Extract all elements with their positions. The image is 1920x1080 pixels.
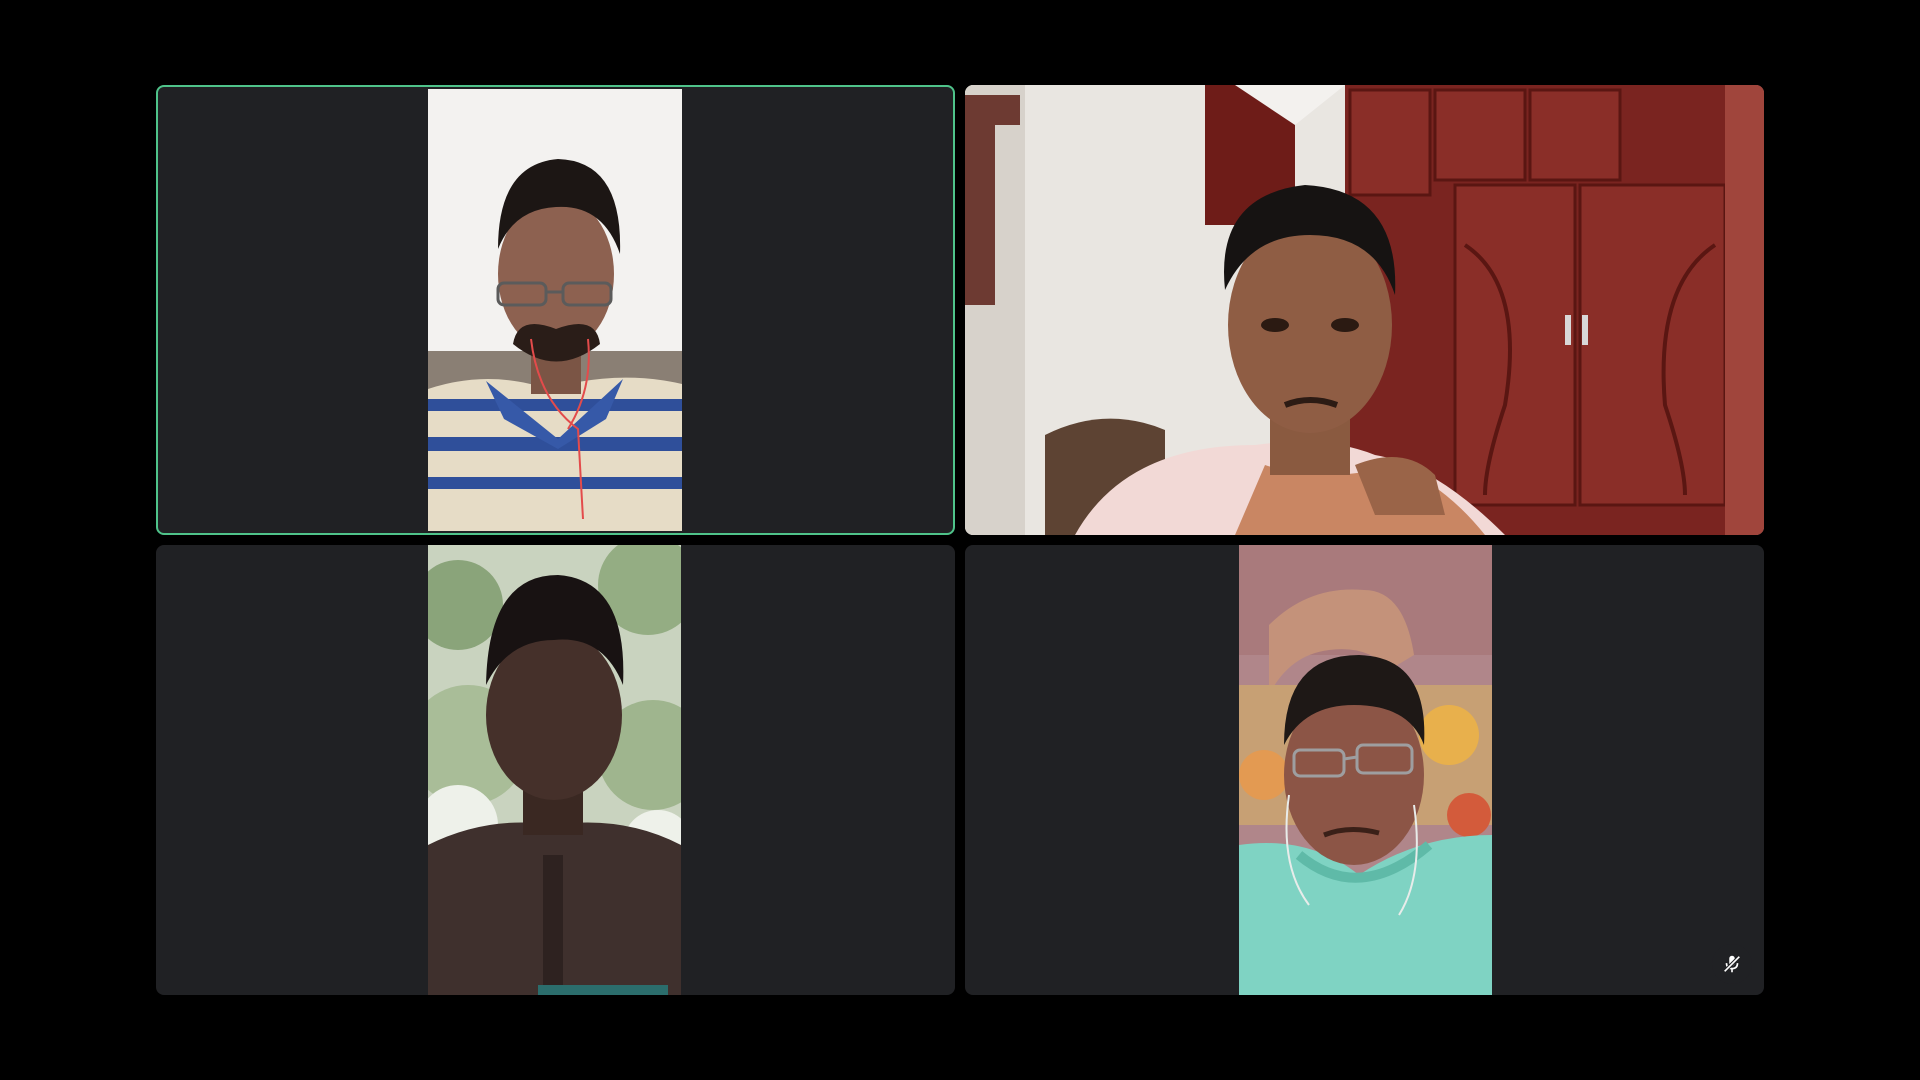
- participant-tile-1[interactable]: [156, 85, 955, 535]
- participant-video-2: [965, 85, 1764, 535]
- participant-tile-3[interactable]: [156, 545, 955, 995]
- meeting-grid: [0, 0, 1920, 1080]
- mic-off-icon[interactable]: [1712, 944, 1752, 984]
- participant-tile-4[interactable]: [965, 545, 1764, 995]
- participant-video-4: [1239, 545, 1492, 995]
- participant-tile-2[interactable]: [965, 85, 1764, 535]
- participant-video-1: [428, 89, 682, 531]
- participant-video-3: [428, 545, 681, 995]
